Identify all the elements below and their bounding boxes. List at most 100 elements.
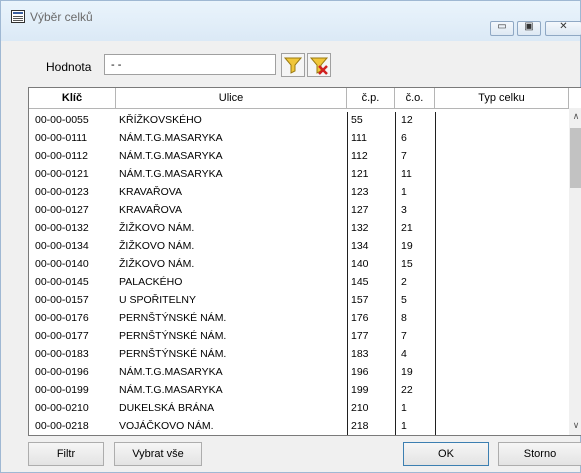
cell-typ-celku	[439, 328, 565, 344]
maximize-button[interactable]: ▣	[517, 21, 541, 36]
table-row[interactable]: 00-00-0132 ŽIŽKOVO NÁM. 132 21	[29, 220, 569, 236]
window-title: Výběr celků	[30, 10, 93, 24]
cell-klic: 00-00-0134	[35, 240, 89, 252]
funnel-clear-icon	[309, 57, 329, 75]
minimize-button[interactable]: ▭	[490, 21, 514, 36]
cell-typ-celku	[439, 238, 565, 254]
cell-cp: 132	[351, 222, 369, 234]
cell-klic: 00-00-0132	[35, 222, 89, 234]
title-bar: Výběr celků ▭ ▣ ✕	[1, 1, 581, 41]
cell-ulice: NÁM.T.G.MASARYKA	[119, 168, 223, 180]
cell-typ-celku	[439, 382, 565, 398]
cell-co: 22	[401, 384, 413, 396]
cell-klic: 00-00-0183	[35, 348, 89, 360]
cell-klic: 00-00-0210	[35, 402, 89, 414]
column-header-klic[interactable]: Klíč	[29, 88, 116, 108]
cell-co: 4	[401, 348, 407, 360]
table-row[interactable]: 00-00-0196 NÁM.T.G.MASARYKA 196 19	[29, 364, 569, 380]
cell-co: 11	[401, 168, 412, 180]
cell-typ-celku	[439, 220, 565, 236]
cell-klic: 00-00-0111	[35, 132, 88, 144]
column-header-cp[interactable]: č.p.	[347, 88, 395, 108]
cell-cp: 176	[351, 312, 369, 324]
cell-cp: 121	[351, 168, 369, 180]
maximize-icon: ▣	[524, 21, 534, 32]
table-row[interactable]: 00-00-0121 NÁM.T.G.MASARYKA 121 11	[29, 166, 569, 182]
list-window-icon	[11, 10, 25, 23]
results-table[interactable]: Klíč Ulice č.p. č.o. Typ celku 00-00-005…	[28, 87, 581, 436]
cell-klic: 00-00-0196	[35, 366, 89, 378]
cell-ulice: NÁM.T.G.MASARYKA	[119, 150, 223, 162]
table-header: Klíč Ulice č.p. č.o. Typ celku	[29, 88, 581, 109]
ok-button[interactable]: OK	[403, 442, 489, 466]
scroll-thumb[interactable]	[570, 128, 581, 188]
cell-ulice: KŘÍŽKOVSKÉHO	[119, 114, 202, 126]
cell-co: 2	[401, 276, 407, 288]
cell-typ-celku	[439, 310, 565, 326]
cell-typ-celku	[439, 148, 565, 164]
cell-ulice: DUKELSKÁ BRÁNA	[119, 402, 215, 414]
vertical-scrollbar[interactable]: ∧ ∨	[569, 108, 581, 435]
table-row[interactable]: 00-00-0111 NÁM.T.G.MASARYKA 111 6	[29, 130, 569, 146]
table-row[interactable]: 00-00-0157 U SPOŘITELNY 157 5	[29, 292, 569, 308]
cell-ulice: NÁM.T.G.MASARYKA	[119, 132, 223, 144]
cell-co: 21	[401, 222, 413, 234]
table-row[interactable]: 00-00-0218 VOJÁČKOVO NÁM. 218 1	[29, 418, 569, 434]
table-row[interactable]: 00-00-0112 NÁM.T.G.MASARYKA 112 7	[29, 148, 569, 164]
column-header-co[interactable]: č.o.	[395, 88, 435, 108]
cell-cp: 157	[351, 294, 369, 306]
cell-typ-celku	[439, 418, 565, 434]
table-row[interactable]: 00-00-0140 ŽIŽKOVO NÁM. 140 15	[29, 256, 569, 272]
cell-klic: 00-00-0145	[35, 276, 89, 288]
apply-filter-button[interactable]	[281, 53, 305, 77]
storno-button[interactable]: Storno	[498, 442, 581, 466]
scroll-up-icon[interactable]: ∧	[569, 111, 581, 122]
cell-co: 3	[401, 204, 407, 216]
cell-ulice: VOJÁČKOVO NÁM.	[119, 420, 214, 432]
table-row[interactable]: 00-00-0176 PERNŠTÝNSKÉ NÁM. 176 8	[29, 310, 569, 326]
cell-klic: 00-00-0121	[35, 168, 89, 180]
cell-co: 1	[401, 402, 407, 414]
cell-cp: 210	[351, 402, 369, 414]
selection-dialog: Výběr celků ▭ ▣ ✕ Hodnota Klíč Ulice č.p…	[0, 0, 581, 473]
hodnota-label: Hodnota	[46, 60, 92, 74]
close-button[interactable]: ✕	[545, 21, 581, 36]
clear-filter-button[interactable]	[307, 53, 331, 77]
cell-klic: 00-00-0177	[35, 330, 89, 342]
cell-typ-celku	[439, 166, 565, 182]
cell-klic: 00-00-0157	[35, 294, 89, 306]
cell-ulice: NÁM.T.G.MASARYKA	[119, 366, 223, 378]
table-row[interactable]: 00-00-0177 PERNŠTÝNSKÉ NÁM. 177 7	[29, 328, 569, 344]
cell-co: 6	[401, 132, 407, 144]
cell-ulice: ŽIŽKOVO NÁM.	[119, 240, 195, 252]
funnel-icon	[283, 57, 303, 74]
table-row[interactable]: 00-00-0199 NÁM.T.G.MASARYKA 199 22	[29, 382, 569, 398]
cell-typ-celku	[439, 112, 565, 128]
cell-ulice: ŽIŽKOVO NÁM.	[119, 222, 195, 234]
cell-ulice: PERNŠTÝNSKÉ NÁM.	[119, 312, 227, 324]
table-row[interactable]: 00-00-0210 DUKELSKÁ BRÁNA 210 1	[29, 400, 569, 416]
table-row[interactable]: 00-00-0183 PERNŠTÝNSKÉ NÁM. 183 4	[29, 346, 569, 362]
filtr-button[interactable]: Filtr	[28, 442, 104, 466]
cell-co: 8	[401, 312, 407, 324]
cell-klic: 00-00-0176	[35, 312, 89, 324]
table-row[interactable]: 00-00-0127 KRAVAŘOVA 127 3	[29, 202, 569, 218]
scroll-down-icon[interactable]: ∨	[569, 420, 581, 431]
table-row[interactable]: 00-00-0055 KŘÍŽKOVSKÉHO 55 12	[29, 112, 569, 128]
cell-cp: 218	[351, 420, 369, 432]
cell-co: 7	[401, 150, 407, 162]
cell-klic: 00-00-0199	[35, 384, 89, 396]
column-header-ulice[interactable]: Ulice	[116, 88, 347, 108]
column-header-typ-celku[interactable]: Typ celku	[435, 88, 569, 108]
cell-typ-celku	[439, 364, 565, 380]
cell-klic: 00-00-0218	[35, 420, 89, 432]
table-row[interactable]: 00-00-0145 PALACKÉHO 145 2	[29, 274, 569, 290]
cell-cp: 112	[351, 150, 368, 162]
vybrat-vse-button[interactable]: Vybrat vše	[114, 442, 202, 466]
cell-typ-celku	[439, 292, 565, 308]
hodnota-input[interactable]	[104, 54, 276, 75]
close-icon: ✕	[559, 21, 568, 32]
table-row[interactable]: 00-00-0123 KRAVAŘOVA 123 1	[29, 184, 569, 200]
table-row[interactable]: 00-00-0134 ŽIŽKOVO NÁM. 134 19	[29, 238, 569, 254]
cell-cp: 111	[351, 132, 367, 144]
